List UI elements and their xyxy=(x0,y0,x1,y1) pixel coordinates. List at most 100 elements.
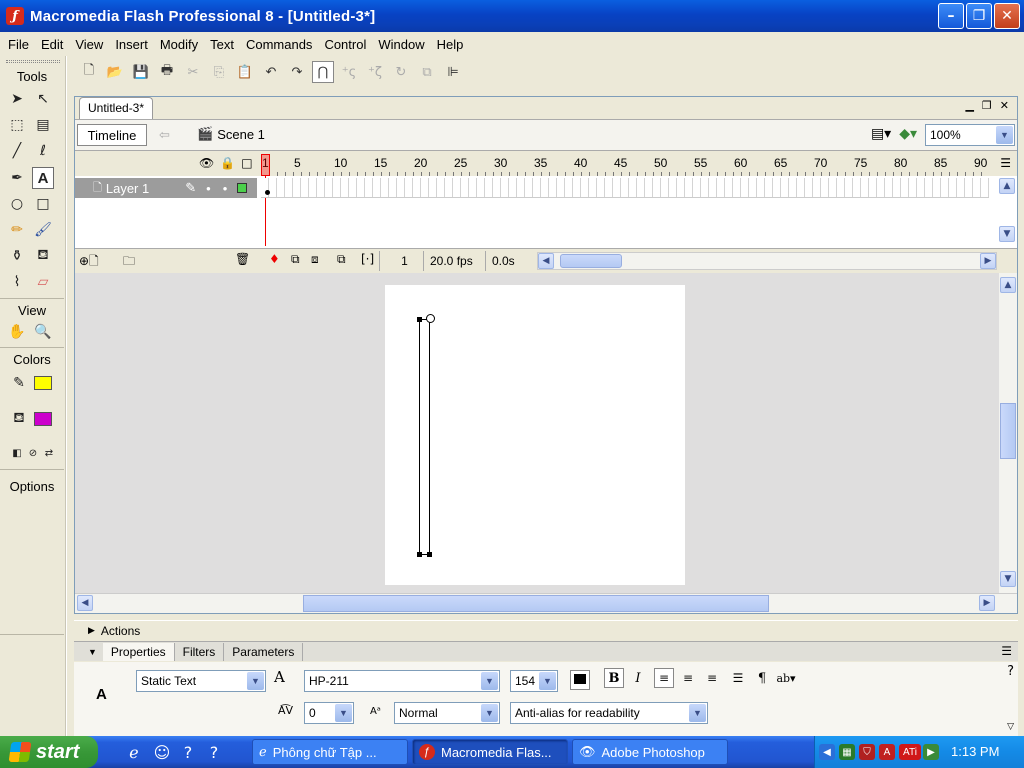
tray-acrobat-icon[interactable]: A xyxy=(879,744,895,760)
text-field[interactable] xyxy=(417,314,435,557)
line-tool-icon[interactable]: ╱ xyxy=(6,140,28,162)
back-arrow-icon[interactable]: ⇦ xyxy=(159,128,170,143)
tray-network-icon[interactable]: ▦ xyxy=(839,744,855,760)
scroll-up-icon[interactable]: ▲ xyxy=(999,178,1015,194)
tray-media-icon[interactable]: ▶ xyxy=(923,744,939,760)
oval-tool-icon[interactable]: ○ xyxy=(6,193,28,215)
text-tool-icon[interactable]: A xyxy=(32,167,54,189)
align-icon[interactable]: ⊫ xyxy=(442,61,464,83)
scroll-down-icon[interactable]: ▼ xyxy=(1000,571,1016,587)
help-quicklaunch-icon-2[interactable]: ? xyxy=(204,742,224,762)
tab-filters[interactable]: Filters xyxy=(175,642,225,661)
align-right-icon[interactable]: ≡ xyxy=(702,668,722,688)
gradient-transform-tool-icon[interactable]: ▤ xyxy=(32,114,54,136)
outline-icon[interactable]: □ xyxy=(241,156,252,170)
scene-breadcrumb[interactable]: 🎬 Scene 1 xyxy=(197,126,265,142)
scroll-up-icon[interactable]: ▲ xyxy=(1000,277,1016,293)
scroll-down-icon[interactable]: ▼ xyxy=(999,226,1015,242)
bold-button[interactable]: B xyxy=(604,668,624,688)
align-center-icon[interactable]: ≡ xyxy=(678,668,698,688)
free-transform-tool-icon[interactable]: ⬚ xyxy=(6,114,28,136)
insert-layer-icon[interactable]: ⊕🗋 xyxy=(79,252,99,273)
letter-spacing-field[interactable]: 0 ▼ xyxy=(304,702,354,724)
lasso-tool-icon[interactable]: ℓ xyxy=(32,140,54,162)
ink-bottle-tool-icon[interactable]: ⚱ xyxy=(6,245,28,267)
print-icon[interactable]: 🖶 xyxy=(156,61,178,83)
fill-color-swatch[interactable] xyxy=(34,412,52,426)
start-button[interactable]: start xyxy=(0,736,98,768)
timeline-toggle-button[interactable]: Timeline xyxy=(77,124,147,146)
paragraph-icon[interactable]: ¶ xyxy=(752,668,772,688)
menu-commands[interactable]: Commands xyxy=(240,37,318,52)
anti-alias-select[interactable]: Anti-alias for readability ▼ xyxy=(510,702,708,724)
tab-properties[interactable]: Properties xyxy=(102,642,175,661)
help-icon[interactable]: ? xyxy=(1007,664,1014,679)
lock-dot[interactable]: • xyxy=(223,181,228,196)
italic-button[interactable]: I xyxy=(628,668,648,688)
panel-menu-icon[interactable]: ☰ xyxy=(1001,644,1012,658)
document-tab[interactable]: Untitled-3* xyxy=(79,97,154,119)
stage-hscroll[interactable]: ◀ ▶ xyxy=(75,593,1017,613)
tab-parameters[interactable]: Parameters xyxy=(224,642,304,661)
scroll-left-icon[interactable]: ◀ xyxy=(538,253,554,269)
actions-panel-header[interactable]: ▶ Actions xyxy=(74,620,1018,640)
justify-icon[interactable]: ☰ xyxy=(728,668,748,688)
stroke-color-swatch[interactable] xyxy=(34,376,52,390)
taskbar-item-ie[interactable]: ℯ Phông chữ Tập ... xyxy=(252,739,408,765)
messenger-quicklaunch-icon[interactable]: ☺ xyxy=(152,742,172,762)
maximize-button[interactable]: ❐ xyxy=(966,3,992,29)
text-direction-icon[interactable]: ab▾ xyxy=(776,668,796,688)
smooth-icon[interactable]: ⁺ς xyxy=(338,61,360,83)
scroll-thumb[interactable] xyxy=(560,254,622,268)
paste-icon[interactable]: 📋 xyxy=(234,61,256,83)
stage-area[interactable] xyxy=(75,273,999,593)
taskbar-item-flash[interactable]: ƒ Macromedia Flas... xyxy=(412,739,568,765)
new-file-icon[interactable]: 🗋 xyxy=(78,61,100,83)
menu-file[interactable]: File xyxy=(2,37,35,52)
visibility-dot[interactable]: • xyxy=(206,181,211,196)
selection-tool-icon[interactable]: ➤ xyxy=(6,88,28,110)
expand-properties-icon[interactable]: ▽ xyxy=(1007,722,1014,732)
edit-symbols-icon[interactable]: ◆▾ xyxy=(899,126,917,142)
paint-bucket-tool-icon[interactable]: ⛾ xyxy=(32,245,54,267)
taskbar-item-photoshop[interactable]: 👁 Adobe Photoshop xyxy=(572,739,728,765)
edit-multiple-frames-icon[interactable]: ⧉ xyxy=(337,252,346,267)
help-quicklaunch-icon[interactable]: ? xyxy=(178,742,198,762)
hand-tool-icon[interactable]: ✋ xyxy=(6,321,28,343)
zoom-select[interactable]: 100% ▼ xyxy=(925,124,1015,146)
scroll-right-icon[interactable]: ▶ xyxy=(980,253,996,269)
font-select[interactable]: HP-211 ▼ xyxy=(304,670,500,692)
zoom-tool-icon[interactable]: 🔍 xyxy=(32,321,54,343)
menu-modify[interactable]: Modify xyxy=(154,37,204,52)
menu-view[interactable]: View xyxy=(69,37,109,52)
close-button[interactable]: ✕ xyxy=(994,3,1020,29)
playhead[interactable] xyxy=(261,154,270,176)
doc-restore-icon[interactable]: ❐ xyxy=(982,99,992,112)
copy-icon[interactable]: ⎘ xyxy=(208,61,230,83)
pencil-tool-icon[interactable]: ✏ xyxy=(6,219,28,241)
edit-scene-icon[interactable]: ▤▾ xyxy=(871,126,891,142)
text-field-resize-handle[interactable] xyxy=(426,314,435,323)
onion-outlines-icon[interactable]: ⧈ xyxy=(311,252,319,267)
tray-expand-icon[interactable]: ◀ xyxy=(819,744,835,760)
swap-colors-icon[interactable]: ⇄ xyxy=(38,442,60,464)
scroll-left-icon[interactable]: ◀ xyxy=(77,595,93,611)
menu-window[interactable]: Window xyxy=(372,37,430,52)
modify-onion-markers-icon[interactable]: [·] xyxy=(361,252,374,266)
collapse-arrow-icon[interactable]: ▼ xyxy=(88,647,97,657)
stage-vscroll-thumb[interactable] xyxy=(1000,403,1016,459)
open-file-icon[interactable]: 📂 xyxy=(104,61,126,83)
align-left-icon[interactable]: ≡ xyxy=(654,668,674,688)
rectangle-tool-icon[interactable]: □ xyxy=(32,193,54,215)
stage-hscroll-thumb[interactable] xyxy=(303,595,769,612)
eye-icon[interactable]: 👁 xyxy=(199,156,214,170)
onion-skin-icon[interactable]: ⧉ xyxy=(291,252,300,267)
font-size-field[interactable]: 154 ▼ xyxy=(510,670,558,692)
pen-tool-icon[interactable]: ✒ xyxy=(6,167,28,189)
straighten-icon[interactable]: ⁺ζ xyxy=(364,61,386,83)
keyframe[interactable] xyxy=(265,190,270,195)
tray-ati-icon[interactable]: ATi xyxy=(899,744,921,760)
tools-splitter[interactable] xyxy=(66,56,72,736)
ie-quicklaunch-icon[interactable]: ℯ xyxy=(124,742,144,762)
subselection-tool-icon[interactable]: ↖ xyxy=(32,88,54,110)
